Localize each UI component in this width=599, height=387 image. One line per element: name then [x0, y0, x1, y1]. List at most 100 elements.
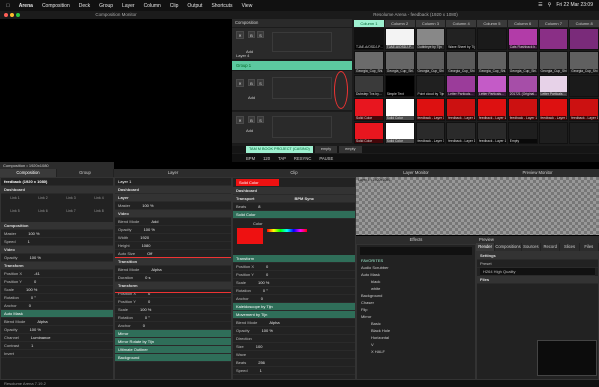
clip-thumb[interactable] — [538, 28, 569, 51]
clip-thumb[interactable]: Solid Color — [354, 121, 384, 144]
menu-group[interactable]: Group — [99, 3, 113, 9]
clip-dashboard-section[interactable]: Dashboard — [233, 187, 355, 195]
composition-label[interactable]: Composition — [232, 19, 352, 27]
tap-button[interactable]: TAP — [278, 156, 286, 161]
clip-thumb[interactable]: Dubstep Tvs by… — [354, 74, 384, 98]
clip-thumb[interactable]: feedback - Layer 1 — [477, 121, 507, 144]
column-7-tab[interactable]: Column 7 — [538, 20, 569, 27]
resync-button[interactable]: RESYNC — [294, 156, 311, 161]
clip-thumb[interactable] — [538, 121, 569, 144]
clip-thumb[interactable]: Simple Text — [384, 74, 415, 98]
clip-name[interactable]: Solid Color — [236, 179, 279, 186]
layer-rotation-row[interactable]: Rotation 0 ° — [115, 314, 231, 322]
mirror-effect[interactable]: Mirror — [115, 330, 231, 338]
effect-item[interactable]: Basic — [357, 320, 475, 327]
tab-group[interactable]: Group — [57, 169, 114, 177]
effect-item[interactable]: Flip — [357, 306, 475, 313]
effect-item[interactable]: black — [357, 278, 475, 285]
clip-anchor-row[interactable]: Anchor 0 — [233, 295, 355, 303]
clip-thumb[interactable] — [477, 28, 507, 51]
layer-dashboard-section[interactable]: Dashboard — [115, 186, 231, 194]
clip-thumb[interactable]: feedback - Layer 1 — [507, 98, 538, 121]
menu-deck[interactable]: Deck — [79, 3, 90, 9]
link-knob[interactable]: Link 4 — [85, 196, 113, 209]
color-swatch[interactable] — [237, 228, 263, 244]
clip-thumb[interactable]: feedback - Layer 1 — [569, 98, 599, 121]
link-knob[interactable]: Link 1 — [1, 196, 29, 209]
background-effect[interactable]: Background — [115, 354, 231, 362]
clip-thumb[interactable]: Georgia_Cup_Shi… — [384, 51, 415, 74]
favorites-folder[interactable]: FAVORITES — [357, 257, 475, 264]
effects-search-input[interactable] — [360, 247, 472, 255]
clip-thumb[interactable]: feedback - Layer 1 — [415, 121, 446, 144]
transform-section[interactable]: Transform — [1, 262, 113, 270]
effect-blend-row[interactable]: Blend Mode Alpha — [233, 319, 355, 327]
layer-width-row[interactable]: Width 1920 — [115, 234, 231, 242]
layer-4-b-button[interactable]: B — [248, 31, 255, 38]
menu-clip[interactable]: Clip — [170, 3, 179, 9]
clip-transform-section[interactable]: Transform — [233, 255, 355, 263]
effect-item[interactable]: Black Hole — [357, 327, 475, 334]
clip-position-x-row[interactable]: Position X0 — [233, 263, 355, 271]
column-6-tab[interactable]: Column 6 — [507, 20, 538, 27]
kaleidoscope-effect[interactable]: Kaleidoscope by Tijn — [233, 303, 355, 311]
clip-thumb[interactable]: 201721 (Original… — [507, 74, 538, 98]
effect-item[interactable]: white — [357, 285, 475, 292]
channel-row[interactable]: Channel Luminance — [1, 334, 113, 342]
effect-item[interactable]: Auto Mask — [357, 271, 475, 278]
effect-item[interactable]: Horizontal — [357, 334, 475, 341]
effect-speed-row[interactable]: Speed 1 — [233, 367, 355, 375]
tab-sources[interactable]: Sources — [522, 243, 542, 251]
clip-thumb[interactable]: Letter Particals… — [538, 74, 569, 98]
clip-thumb[interactable]: Letter Particals… — [446, 74, 476, 98]
menu-composition[interactable]: Composition — [42, 3, 70, 9]
link-knob[interactable]: Link 6 — [29, 209, 57, 222]
tab-slices[interactable]: Slices — [560, 243, 580, 251]
effect-item[interactable]: Mirror — [357, 313, 475, 320]
layer-anchor-row[interactable]: Anchor 0 — [115, 322, 231, 330]
menu-column[interactable]: Column — [144, 3, 161, 9]
clip-thumb[interactable]: feedback - Layer 1 — [538, 98, 569, 121]
link-knob[interactable]: Link 7 — [57, 209, 85, 222]
layer-1-fader[interactable] — [272, 116, 332, 138]
layer-1-s-button[interactable]: S — [257, 116, 264, 123]
effect-item[interactable]: Chaser — [357, 299, 475, 306]
effect-size-row[interactable]: Size 100 — [233, 343, 355, 351]
contrast-row[interactable]: Contrast 1 — [1, 342, 113, 350]
layer-scale-row[interactable]: Scale 100 % — [115, 306, 231, 314]
tab-composition[interactable]: Composition — [0, 169, 57, 177]
composition-name[interactable]: feedback (1920 x 1080) — [1, 178, 113, 186]
effect-wave-row[interactable]: Wave — [233, 351, 355, 359]
effect-direction-row[interactable]: Direction — [233, 335, 355, 343]
effect-beats-row[interactable]: Beats 256 — [233, 359, 355, 367]
layer-master-row[interactable]: Master 100 % — [115, 202, 231, 210]
clip-thumb[interactable]: Georgia_Cup_Shi… — [354, 51, 384, 74]
layer-section[interactable]: Layer — [115, 194, 231, 202]
clip-thumb[interactable]: Dubbleye by Tijn — [415, 28, 446, 51]
speed-row[interactable]: Speed 1 — [1, 238, 113, 246]
mask-opacity-row[interactable]: Opacity 100 % — [1, 326, 113, 334]
position-y-row[interactable]: Position Y0 — [1, 278, 113, 286]
deck-tab-active[interactable]: TAM M BOOK PROJECT (CASINO) — [246, 146, 313, 153]
hue-slider[interactable] — [267, 229, 307, 232]
layer-name[interactable]: Layer 1 — [115, 178, 231, 186]
layer-1-blend[interactable]: Add — [246, 128, 253, 133]
files-section[interactable]: Files — [477, 276, 598, 284]
movement-effect[interactable]: Movement by Tijn — [233, 311, 355, 319]
opacity-row[interactable]: Opacity 100 % — [1, 254, 113, 262]
clip-thumb[interactable]: Cats Flashback b… — [507, 28, 538, 51]
layer-tab[interactable]: Layer — [114, 169, 232, 177]
dashboard-section[interactable]: Dashboard — [1, 186, 113, 194]
clip-thumb[interactable]: Georgia_Cup_Shi… — [569, 51, 599, 74]
column-8-tab[interactable]: Column 8 — [569, 20, 599, 27]
group-1-blend[interactable]: Add — [248, 95, 255, 100]
effect-item[interactable]: Audio Scrubber — [357, 264, 475, 271]
clip-thumb[interactable]: Georgia_Cup_Shi… — [538, 51, 569, 74]
solid-color-section[interactable]: Solid Color — [233, 211, 355, 219]
deck-tab-empty[interactable]: empty — [314, 146, 338, 153]
menu-app[interactable]: Arena — [19, 3, 33, 9]
clip-thumb[interactable]: Solid Color — [384, 98, 415, 121]
clip-thumb[interactable]: Georgia_Cup_Shi… — [477, 51, 507, 74]
layer-height-row[interactable]: Height 1080 — [115, 242, 231, 250]
clip-thumb[interactable]: Point cloud by Tijn — [415, 74, 446, 98]
